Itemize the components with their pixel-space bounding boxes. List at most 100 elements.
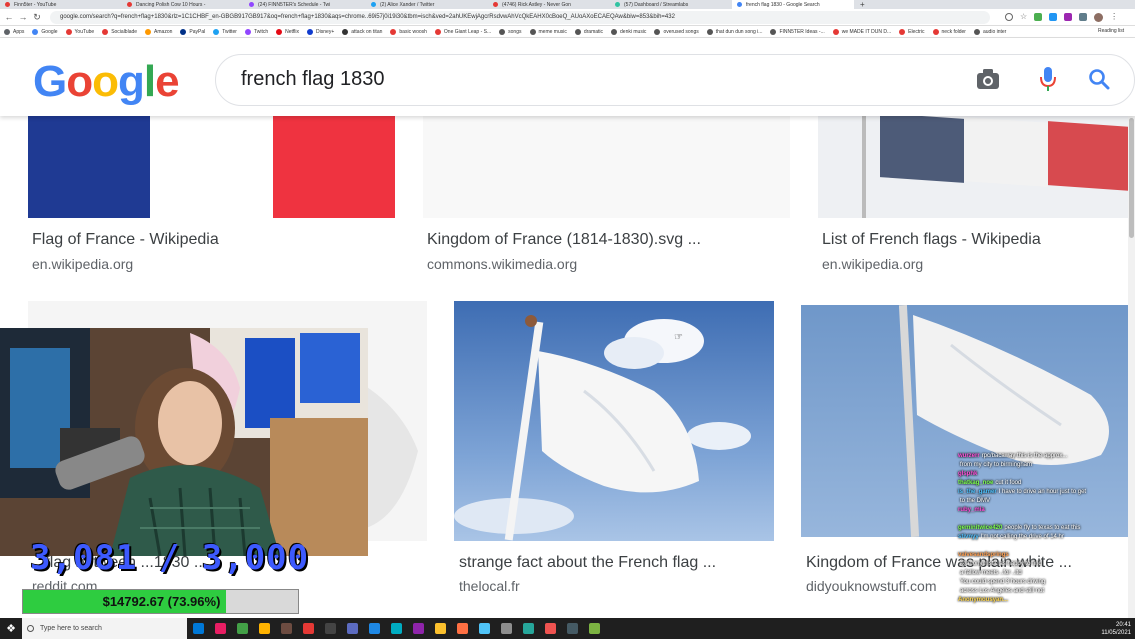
taskbar-app-icon[interactable] — [363, 618, 385, 639]
browser-tab[interactable]: (4746) Rick Astley - Never Gon — [488, 0, 610, 9]
result-title[interactable]: Kingdom of France (1814-1830).svg ... — [427, 231, 701, 249]
tab-bar: Finn5ter - YouTube Dancing Polish Cow 10 … — [0, 0, 1135, 9]
result-title[interactable]: Flag of France - Wikipedia — [32, 231, 219, 249]
extension-icon[interactable] — [1034, 13, 1043, 21]
result-source[interactable]: thelocal.fr — [459, 578, 520, 594]
bookmark-item[interactable]: Disney+ — [307, 28, 334, 35]
taskbar-app-icon[interactable] — [253, 618, 275, 639]
url-input[interactable]: google.com/search?q=french+flag+1830&rlz… — [50, 11, 990, 24]
browser-tab[interactable]: (2) Alice Xander / Twitter — [366, 0, 488, 9]
bookmark-item[interactable]: basic woosh — [390, 28, 427, 35]
profile-avatar[interactable] — [1094, 13, 1104, 22]
taskbar-app-icon[interactable] — [341, 618, 363, 639]
bookmark-item[interactable]: dramatic — [574, 28, 603, 35]
browser-tab[interactable]: (57) Dashboard / Streamlabs — [610, 0, 732, 9]
tab-title: (24) FINN5TER's Schedule - Twi — [258, 2, 331, 8]
tab-title: (4746) Rick Astley - Never Gon — [502, 2, 571, 8]
bookmark-item[interactable]: denki music — [611, 28, 646, 35]
taskbar-app-icon[interactable] — [231, 618, 253, 639]
bookmark-item[interactable]: Netflix — [276, 28, 299, 35]
bookmark-item[interactable]: overused songs — [654, 28, 699, 35]
taskbar-app-icon[interactable] — [517, 618, 539, 639]
bookmark-item[interactable]: Amazon — [145, 28, 172, 35]
bookmark-item[interactable]: Socialblade — [102, 28, 137, 35]
bookmark-favicon-icon — [32, 28, 39, 35]
result-thumbnail[interactable] — [423, 116, 790, 218]
search-box[interactable]: french flag 1830 — [215, 54, 1135, 106]
browser-tab[interactable]: Finn5ter - YouTube — [0, 0, 122, 9]
taskbar-app-icon[interactable] — [319, 618, 341, 639]
result-title[interactable]: strange fact about the French flag ... — [459, 554, 716, 572]
chat-message: glsphk — [958, 470, 1135, 478]
taskbar-app-icon[interactable] — [495, 618, 517, 639]
extension-icon[interactable] — [1064, 13, 1073, 21]
google-logo[interactable]: Google — [33, 57, 180, 107]
taskbar-app-icon[interactable] — [539, 618, 561, 639]
bookmark-item[interactable]: Twitch — [244, 28, 268, 35]
bookmark-item[interactable]: Google — [32, 28, 58, 35]
bookmark-item[interactable]: FINN5TER Ideas -... — [770, 28, 825, 35]
forward-arrow-icon[interactable]: → — [18, 12, 28, 22]
reading-list-link[interactable]: Reading list — [1098, 28, 1124, 34]
menu-kebab-icon[interactable]: ⋮ — [1110, 13, 1118, 22]
result-title[interactable]: List of French flags - Wikipedia — [822, 231, 1041, 249]
taskbar-app-icon[interactable] — [473, 618, 495, 639]
browser-tab[interactable]: (24) FINN5TER's Schedule - Twi — [244, 0, 366, 9]
extension-icon[interactable] — [1079, 13, 1088, 21]
taskbar-app-icon[interactable] — [187, 618, 209, 639]
logo-letter: l — [143, 57, 156, 106]
taskbar-app-icon[interactable] — [561, 618, 583, 639]
bookmark-favicon-icon — [611, 28, 618, 35]
scrollbar-thumb[interactable] — [1129, 118, 1134, 238]
browser-tab[interactable]: Dancing Polish Cow 10 Hours - — [122, 0, 244, 9]
taskbar-app-icon[interactable] — [429, 618, 451, 639]
extension-icon[interactable] — [1049, 13, 1058, 21]
windows-start-icon[interactable]: ❖ — [0, 618, 22, 639]
bookmark-item[interactable]: meme music — [529, 28, 567, 35]
search-input[interactable]: french flag 1830 — [241, 68, 384, 91]
windows-taskbar: ❖ Type here to search 20:41 11/05/2021 — [0, 618, 1135, 639]
chat-message — [958, 542, 1135, 550]
donation-goal-text: $14792.67 (73.96%) — [102, 594, 221, 609]
bookmark-favicon-icon — [390, 28, 397, 35]
bookmark-item[interactable]: Twitter — [213, 28, 237, 35]
microphone-icon[interactable] — [1039, 66, 1057, 92]
bookmark-item[interactable]: YouTube — [65, 28, 94, 35]
bookmark-item[interactable]: that dun dun song i... — [706, 28, 762, 35]
result-source[interactable]: en.wikipedia.org — [822, 256, 923, 272]
result-thumbnail[interactable] — [818, 116, 1130, 218]
taskbar-search-input[interactable]: Type here to search — [22, 618, 187, 639]
taskbar-app-icon[interactable] — [407, 618, 429, 639]
reload-icon[interactable]: ↻ — [32, 12, 42, 22]
result-source[interactable]: en.wikipedia.org — [32, 256, 133, 272]
bookmark-item[interactable]: One Giant Leap - S... — [434, 28, 491, 35]
result-thumbnail[interactable] — [454, 301, 774, 541]
chat-message: wurzerr rpc/bacaway this is the approx... — [958, 452, 1135, 460]
bookmark-item[interactable]: Electric — [899, 28, 925, 35]
taskbar-app-icon[interactable] — [275, 618, 297, 639]
star-icon[interactable]: ☆ — [1020, 13, 1027, 22]
back-arrow-icon[interactable]: ← — [4, 12, 14, 22]
bookmark-item[interactable]: PayPal — [180, 28, 205, 35]
browser-tab[interactable]: french flag 1830 - Google Search — [732, 0, 854, 9]
bookmark-item[interactable]: attack on titan — [342, 28, 382, 35]
taskbar-app-icon[interactable] — [385, 618, 407, 639]
camera-icon[interactable] — [976, 68, 1000, 90]
result-source[interactable]: didyouknowstuff.com — [806, 578, 936, 594]
taskbar-app-icon[interactable] — [451, 618, 473, 639]
bookmark-item[interactable]: audio inter — [973, 28, 1006, 35]
search-icon[interactable] — [1088, 68, 1110, 90]
result-thumbnail[interactable] — [28, 116, 395, 218]
new-tab-icon[interactable]: + — [854, 0, 871, 9]
bookmark-item[interactable]: we MADE IT DUN D... — [832, 28, 891, 35]
taskbar-app-icon[interactable] — [209, 618, 231, 639]
result-source[interactable]: commons.wikimedia.org — [427, 256, 577, 272]
taskbar-clock[interactable]: 20:41 11/05/2021 — [1101, 621, 1131, 637]
taskbar-app-icon[interactable] — [297, 618, 319, 639]
bookmark-item[interactable]: Apps — [4, 28, 24, 35]
bookmark-item[interactable]: neck folder — [932, 28, 966, 35]
taskbar-app-icon[interactable] — [583, 618, 605, 639]
bookmark-item[interactable]: songs — [499, 28, 522, 35]
zoom-icon[interactable] — [1005, 13, 1013, 21]
logo-letter: g — [118, 57, 145, 106]
